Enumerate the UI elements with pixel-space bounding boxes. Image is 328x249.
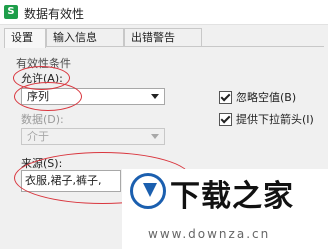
highlight-ellipse-allow-select [14,82,82,111]
window-title: 数据有效性 [24,7,85,21]
watermark-title: 下载之家 [170,179,294,214]
tab-divider [4,46,324,47]
data-select: 介于 [21,128,165,145]
data-label: 数据(D): [21,113,64,126]
watermark: 下载之家 www.downza.cn [122,169,328,249]
watermark-url: www.downza.cn [148,227,271,241]
in-cell-dropdown-label: 提供下拉箭头(I) [236,113,314,126]
tab-error-alert[interactable]: 出错警告 [124,28,202,46]
chevron-down-icon [151,134,159,139]
tab-input-message[interactable]: 输入信息 [46,28,124,46]
ignore-blank-checkbox[interactable] [219,91,232,104]
app-icon: S [4,5,18,19]
chevron-down-icon [151,94,159,99]
title-bar: S 数据有效性 [0,0,328,25]
tab-settings[interactable]: 设置 [4,28,46,48]
download-logo-icon [130,173,166,209]
data-select-value: 介于 [27,130,49,143]
in-cell-dropdown-checkbox[interactable] [219,113,232,126]
ignore-blank-label: 忽略空值(B) [236,91,297,104]
